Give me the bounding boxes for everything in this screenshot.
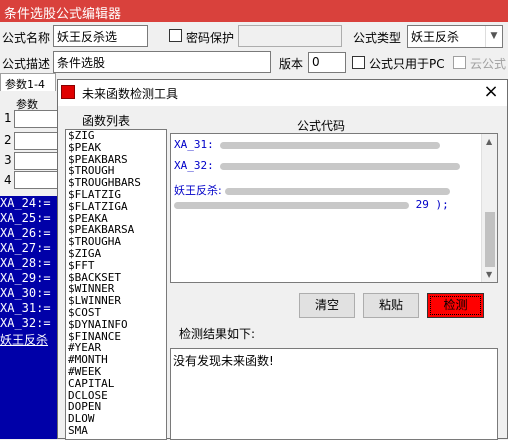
func-list-item[interactable]: $FLATZIG xyxy=(66,189,166,201)
window-title: 条件选股公式编辑器 xyxy=(4,7,122,22)
editor-line: XA_32:= xyxy=(0,316,51,330)
code-line-4-suffix: 29 ); xyxy=(415,198,449,211)
code-line-3-prefix: 妖王反杀: xyxy=(174,184,222,197)
editor-line: XA_31:= xyxy=(0,301,51,315)
pc-only-label: 公式只用于PC xyxy=(369,57,445,71)
code-line-2-prefix: XA_32: xyxy=(174,159,214,172)
code-line-2: XA_32: xyxy=(174,159,461,172)
blurred-code xyxy=(220,141,441,149)
result-textarea[interactable]: 没有发现未来函数! xyxy=(170,348,498,440)
password-input[interactable] xyxy=(238,25,342,47)
func-list-item[interactable]: CAPITAL xyxy=(66,377,166,390)
func-list-item[interactable]: $ZIGA xyxy=(66,248,166,260)
scroll-down-icon[interactable]: ▼ xyxy=(486,270,492,279)
func-list-item[interactable]: SMA xyxy=(66,425,166,437)
formula-type-select[interactable]: 妖王反杀 ▼ xyxy=(407,25,503,48)
param-row-num: 1 xyxy=(4,111,12,125)
tab-params-1-4[interactable]: 参数1-4 xyxy=(0,73,56,91)
func-list-item[interactable]: #WEEK xyxy=(66,366,166,378)
param-row-num: 2 xyxy=(4,133,12,147)
password-label: 密码保护 xyxy=(186,31,235,45)
func-list-header: 函数列表 xyxy=(82,114,131,128)
func-list-item[interactable]: $FFT xyxy=(66,259,166,272)
editor-line: 妖王反杀 xyxy=(0,333,49,347)
editor-line: XA_28:= xyxy=(0,256,51,270)
formula-editor[interactable]: XA_24:= XA_25:= XA_26:= XA_27:= XA_28:= … xyxy=(0,196,58,439)
param-row-3-input[interactable] xyxy=(14,152,58,170)
dialog-titlebar: 未来函数检测工具 × xyxy=(58,80,507,106)
cloud-label: 云公式 xyxy=(470,57,507,71)
code-textarea[interactable]: XA_31: XA_32: 妖王反杀: 29 ); ▲ ▼ xyxy=(170,133,498,283)
clear-button[interactable]: 清空 xyxy=(299,293,355,318)
blurred-code xyxy=(174,201,409,209)
paste-button[interactable]: 粘贴 xyxy=(363,293,419,318)
password-checkbox[interactable] xyxy=(169,29,182,42)
editor-line: XA_27:= xyxy=(0,241,51,255)
code-line-1-prefix: XA_31: xyxy=(174,138,214,151)
result-label: 检测结果如下: xyxy=(179,327,256,341)
func-list-item[interactable]: $FLATZIGA xyxy=(66,200,166,213)
scroll-thumb[interactable] xyxy=(485,212,495,267)
window-titlebar: 条件选股公式编辑器 xyxy=(0,0,508,22)
formula-desc-label: 公式描述 xyxy=(2,57,51,71)
editor-line: XA_29:= xyxy=(0,271,51,285)
code-line-3: 妖王反杀: xyxy=(174,182,451,198)
pc-only-checkbox[interactable] xyxy=(352,56,365,69)
func-list-item[interactable]: $COST xyxy=(66,307,166,319)
formula-type-value: 妖王反杀 xyxy=(411,30,460,44)
cloud-checkbox[interactable] xyxy=(453,56,466,69)
editor-line: XA_25:= xyxy=(0,211,51,225)
param-row-num: 4 xyxy=(4,173,12,187)
chevron-down-icon[interactable]: ▼ xyxy=(485,26,502,47)
editor-line: XA_30:= xyxy=(0,286,51,300)
code-line-4: 29 ); xyxy=(174,198,449,211)
version-input[interactable]: 0 xyxy=(308,52,346,73)
param-row-1-input[interactable] xyxy=(14,110,58,128)
future-function-dialog: 未来函数检测工具 × 函数列表 $ZIG $PEAK $PEAKBARS $TROUG… xyxy=(57,79,508,440)
dialog-title: 未来函数检测工具 xyxy=(82,87,179,101)
blurred-code xyxy=(225,187,451,195)
result-text: 没有发现未来函数! xyxy=(173,354,274,368)
formula-name-input[interactable]: 妖王反杀选 xyxy=(53,25,148,47)
formula-name-label: 公式名称 xyxy=(2,31,51,45)
param-row-4-input[interactable] xyxy=(14,171,58,189)
formula-type-label: 公式类型 xyxy=(353,31,402,45)
code-line-1: XA_31: xyxy=(174,138,441,151)
detect-button[interactable]: 检测 xyxy=(427,293,484,318)
formula-desc-input[interactable]: 条件选股 xyxy=(53,51,271,73)
close-icon[interactable]: × xyxy=(480,82,502,102)
code-scrollbar[interactable]: ▲ ▼ xyxy=(481,134,497,282)
editor-line: XA_24:= xyxy=(0,196,51,210)
blurred-code xyxy=(220,162,461,170)
version-label: 版本 xyxy=(279,57,304,71)
app-icon xyxy=(61,85,75,99)
param-row-num: 3 xyxy=(4,153,12,167)
code-header: 公式代码 xyxy=(297,119,346,133)
scroll-up-icon[interactable]: ▲ xyxy=(486,137,492,146)
editor-line: XA_26:= xyxy=(0,226,51,240)
func-list[interactable]: $ZIG $PEAK $PEAKBARS $TROUGH $TROUGHBARS $FLA… xyxy=(65,129,167,440)
param-row-2-input[interactable] xyxy=(14,132,58,150)
func-list-item[interactable]: $PEAK xyxy=(66,141,166,154)
func-list-item[interactable]: $DYNAINFO xyxy=(66,318,166,331)
